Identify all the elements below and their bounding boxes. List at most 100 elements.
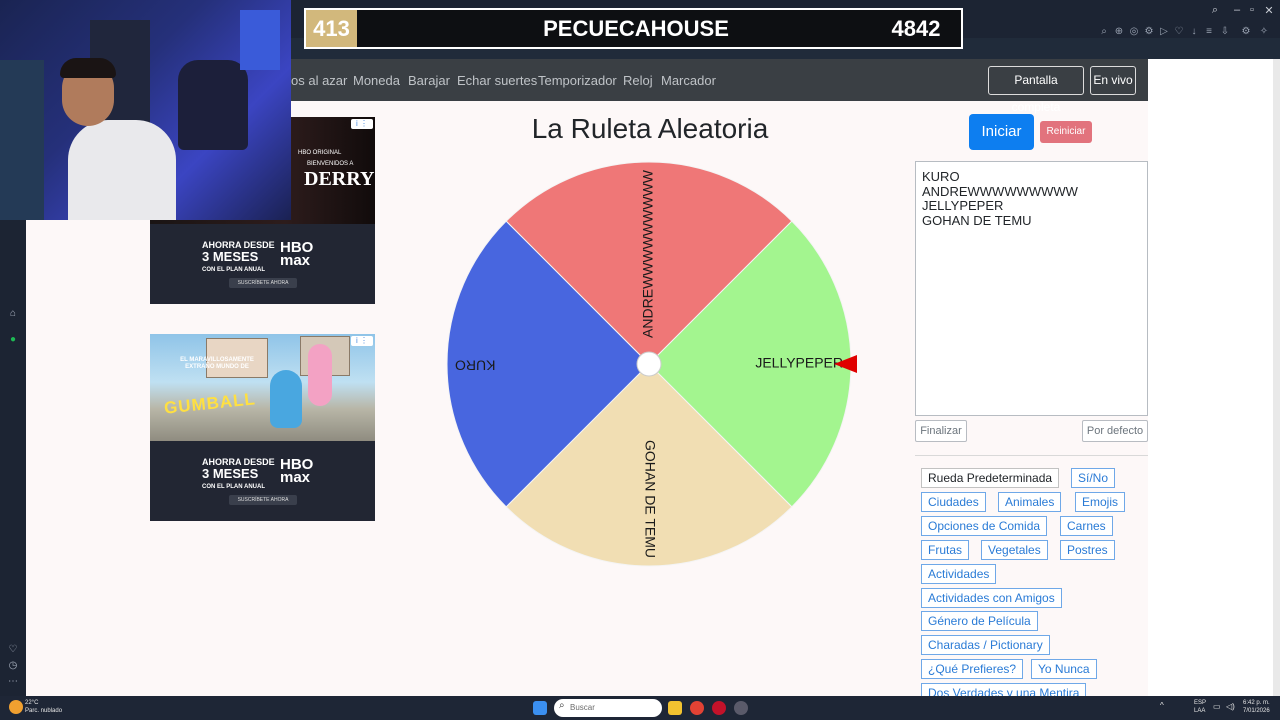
network-icon[interactable]: ▭ — [1213, 703, 1221, 711]
person-shirt — [68, 120, 176, 220]
obs-icon[interactable] — [734, 701, 748, 715]
adchoices-icon[interactable]: i ⋮ — [351, 119, 373, 129]
ad-derry-line1: BIENVENIDOS A — [307, 161, 354, 167]
search-icon[interactable]: ⌕ — [1208, 4, 1222, 17]
home-icon[interactable]: ⌂ — [6, 308, 20, 322]
adchoices-icon[interactable]: i ⋮ — [351, 336, 373, 346]
promo-line3: CON EL PLAN ANUAL — [202, 267, 265, 273]
default-button[interactable]: Por defecto — [1082, 420, 1148, 442]
preset-vegetables[interactable]: Vegetales — [981, 540, 1048, 560]
preset-animals[interactable]: Animales — [998, 492, 1062, 512]
clock-date[interactable]: 7/01/2026 — [1243, 708, 1270, 715]
preset-desserts[interactable]: Postres — [1060, 540, 1115, 560]
chevron-up-icon[interactable]: ^ — [1160, 702, 1164, 710]
more-icon[interactable]: ⋯ — [6, 676, 20, 690]
page-title: La Ruleta Aleatoria — [531, 113, 769, 144]
download-icon[interactable]: ↓ — [1188, 26, 1200, 37]
ad-promo: AHORRA DESDE 3 MESES CON EL PLAN ANUAL H… — [150, 441, 375, 521]
wheel-slice-label: KURO — [455, 357, 496, 373]
scrollbar[interactable] — [1273, 59, 1280, 696]
start-button[interactable]: Iniciar — [969, 114, 1034, 150]
gear-icon[interactable]: ⚙ — [1143, 26, 1155, 37]
spin-wheel[interactable]: ANDREWWWWWWWWW JELLYPEPER GOHAN DE TEMU KUR… — [443, 158, 863, 574]
preset-activities[interactable]: Actividades — [921, 564, 997, 584]
weather-icon[interactable] — [9, 700, 23, 714]
download-list-icon[interactable]: ⇩ — [1219, 26, 1231, 37]
promo-logo-bottom: max — [280, 469, 311, 486]
sidebar: ⌂ ● ♡ ◷ ⋯ — [0, 220, 26, 696]
score-banner: 413 PECUECAHOUSE 4842 — [304, 8, 963, 49]
nav-link-timer[interactable]: Temporizador — [538, 73, 617, 88]
clock-time[interactable]: 6:42 p. m. — [1243, 700, 1270, 707]
preset-default-wheel[interactable]: Rueda Predeterminada — [921, 468, 1060, 488]
entries-textarea[interactable]: KURO ANDREWWWWWWWWW JELLYPEPER GOHAN DE … — [915, 161, 1148, 416]
clock-icon[interactable]: ◷ — [6, 660, 20, 674]
live-button[interactable]: En vivo — [1090, 66, 1136, 95]
language-top[interactable]: ESP — [1194, 700, 1206, 707]
preset-yes-no[interactable]: Sí/No — [1071, 468, 1116, 488]
preset-food[interactable]: Opciones de Comida — [921, 516, 1048, 536]
reset-button[interactable]: Reiniciar — [1040, 121, 1092, 143]
preset-charades[interactable]: Charadas / Pictionary — [921, 635, 1050, 655]
nav-link-coin[interactable]: Moneda — [353, 73, 400, 88]
taskbar-search-placeholder: Buscar — [570, 703, 595, 712]
ad-banner-gumball[interactable]: EL MARAVILLOSAMENTE EXTRAÑO MUNDO DE GUM… — [150, 334, 375, 521]
wheel-slice-label: GOHAN DE TEMU — [642, 440, 658, 558]
nav-link-scoreboard[interactable]: Marcador — [661, 73, 716, 88]
promo-line2: 3 MESES — [202, 466, 259, 481]
person-hair — [60, 58, 116, 78]
preset-movie-genre[interactable]: Género de Película — [921, 611, 1038, 631]
camera-icon[interactable]: ◎ — [1128, 26, 1140, 37]
maximize-icon[interactable]: ▫ — [1245, 4, 1259, 16]
menu-icon[interactable]: ≡ — [1203, 26, 1215, 37]
extension-icon[interactable]: ⊕ — [1113, 26, 1125, 37]
fullscreen-button[interactable]: Pantalla completa — [988, 66, 1084, 114]
volume-icon[interactable]: ◁) — [1226, 703, 1235, 711]
gumball-character — [270, 370, 302, 428]
preset-activities-friends[interactable]: Actividades con Amigos — [921, 588, 1062, 608]
nav-link-clock[interactable]: Reloj — [623, 73, 653, 88]
minimize-icon[interactable]: – — [1230, 4, 1244, 16]
page-margin — [1148, 59, 1273, 696]
zoom-icon[interactable]: ⌕ — [1098, 26, 1110, 37]
ad-gumball-line: EL MARAVILLOSAMENTE EXTRAÑO MUNDO DE — [180, 357, 254, 370]
weather-temp: 22°C — [25, 700, 39, 706]
wheel-slice-label: ANDREWWWWWWWWW — [640, 169, 656, 338]
spotify-icon[interactable]: ● — [6, 334, 20, 348]
ai-icon[interactable]: ✧ — [1258, 26, 1270, 37]
preset-fruits[interactable]: Frutas — [921, 540, 970, 560]
chrome-icon[interactable] — [690, 701, 704, 715]
nav-link-random-numbers[interactable]: os al azar — [291, 73, 347, 88]
finish-button[interactable]: Finalizar — [915, 420, 967, 442]
promo-cta-button[interactable]: SUSCRÍBETE AHORA — [229, 278, 297, 288]
hbo-max-logo: HBO max — [280, 240, 313, 269]
windows-start-icon[interactable] — [533, 701, 547, 715]
heart-icon[interactable]: ♡ — [6, 644, 20, 658]
language-bottom[interactable]: LAA — [1194, 708, 1205, 715]
settings-icon[interactable]: ⚙ — [1240, 26, 1252, 37]
weather-desc: Parc. nublado — [25, 708, 63, 714]
promo-logo-bottom: max — [280, 252, 311, 269]
file-explorer-icon[interactable] — [668, 701, 682, 715]
preset-emojis[interactable]: Emojis — [1075, 492, 1126, 512]
preset-would-you-rather[interactable]: ¿Qué Prefieres? — [921, 659, 1024, 679]
nav-link-shuffle[interactable]: Barajar — [408, 73, 450, 88]
preset-meats[interactable]: Carnes — [1060, 516, 1113, 536]
channel-name: PECUECAHOUSE — [543, 16, 729, 41]
webcam-overlay — [0, 0, 291, 220]
entry-line: ANDREWWWWWWWWW — [922, 183, 1078, 199]
promo-cta-button[interactable]: SUSCRÍBETE AHORA — [229, 495, 297, 505]
preset-cities[interactable]: Ciudades — [921, 492, 986, 512]
opera-icon[interactable] — [712, 701, 726, 715]
preset-never-have-i-ever[interactable]: Yo Nunca — [1031, 659, 1097, 679]
score-right: 4842 — [891, 16, 941, 41]
close-icon[interactable]: ✕ — [1262, 4, 1276, 17]
entry-line: KURO — [922, 169, 960, 184]
heart-icon[interactable]: ♡ — [1173, 26, 1185, 37]
nav-link-draw-lots[interactable]: Echar suertes — [457, 73, 537, 88]
wheel-hub[interactable] — [636, 351, 662, 377]
taskbar-search[interactable]: ⌕ Buscar — [554, 699, 662, 717]
hbo-max-logo: HBO max — [280, 457, 313, 486]
play-icon[interactable]: ▷ — [1158, 26, 1170, 37]
taskbar: 22°C Parc. nublado ⌕ Buscar ^ ESP LAA ▭ … — [0, 696, 1280, 720]
